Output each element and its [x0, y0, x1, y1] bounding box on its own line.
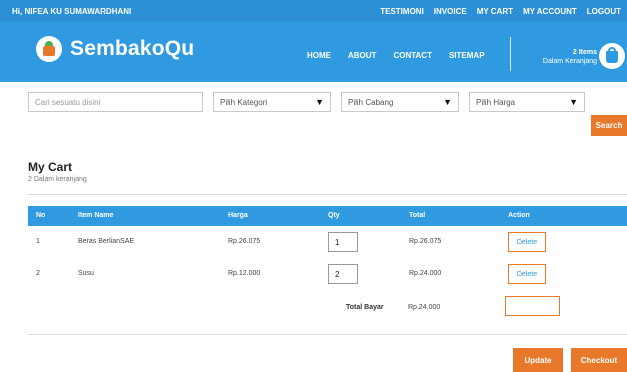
search-button[interactable]: Search	[591, 115, 627, 136]
header-divider	[510, 37, 511, 71]
row-harga: Rp.12.000	[228, 270, 261, 277]
main-nav: HOME ABOUT CONTACT SITEMAP	[307, 51, 502, 60]
row-item-name: Susu	[78, 270, 94, 277]
total-label: Total Bayar	[346, 304, 384, 311]
link-invoice[interactable]: INVOICE	[434, 7, 467, 16]
qty-input[interactable]: 2	[328, 264, 358, 284]
cart-item-count: 2 Items	[572, 49, 597, 56]
link-my-account[interactable]: MY ACCOUNT	[523, 7, 577, 16]
cart-icon[interactable]	[599, 43, 625, 69]
category-select[interactable]: Pilih Kategori ▼	[213, 92, 331, 112]
row-total: Rp.26.075	[409, 238, 442, 245]
search-input[interactable]: Cari sesuatu disini	[28, 92, 203, 112]
total-input[interactable]	[505, 296, 560, 316]
shopping-bag-logo-icon	[36, 36, 62, 62]
row-no: 1	[36, 238, 40, 245]
qty-input[interactable]: 1	[328, 232, 358, 252]
col-action: Action	[508, 212, 530, 219]
link-testimoni[interactable]: TESTIMONI	[380, 7, 424, 16]
row-harga: Rp.26.075	[228, 238, 261, 245]
branch-select-value: Pilih Cabang	[348, 98, 394, 107]
main-header: SembakoQu HOME ABOUT CONTACT SITEMAP 2 I…	[0, 22, 627, 82]
nav-home[interactable]: HOME	[307, 51, 331, 60]
checkout-button[interactable]: Checkout	[571, 348, 627, 372]
link-my-cart[interactable]: MY CART	[477, 7, 513, 16]
link-logout[interactable]: LOGOUT	[587, 7, 621, 16]
category-select-value: Pilih Kategori	[220, 98, 268, 107]
table-header: No Item Name Harga Qty Total Action	[28, 206, 627, 226]
price-select-value: Pilih Harga	[476, 98, 516, 107]
total-row: Total Bayar Rp.24.000	[28, 296, 627, 322]
cart-summary[interactable]: 2 Items Dalam Keranjang	[543, 48, 597, 66]
dropdown-arrow-icon: ▼	[569, 97, 578, 107]
update-button[interactable]: Update	[513, 348, 563, 372]
row-total: Rp.24.000	[409, 270, 442, 277]
price-select[interactable]: Pilih Harga ▼	[469, 92, 585, 112]
divider	[28, 194, 627, 195]
nav-about[interactable]: ABOUT	[348, 51, 376, 60]
brand-name: SembakoQu	[70, 37, 195, 60]
dropdown-arrow-icon: ▼	[315, 97, 324, 107]
col-item-name: Item Name	[78, 212, 114, 219]
nav-contact[interactable]: CONTACT	[393, 51, 432, 60]
col-total: Total	[409, 212, 426, 219]
user-greeting: Hi, NIFEA KU SUMAWARDHANI	[12, 6, 132, 16]
divider	[28, 334, 627, 335]
top-bar: Hi, NIFEA KU SUMAWARDHANI TESTIMONI INVO…	[0, 0, 627, 22]
delete-button[interactable]: Delete	[508, 264, 546, 284]
col-no: No	[36, 212, 46, 219]
brand-logo[interactable]: SembakoQu	[36, 36, 194, 62]
col-qty: Qty	[328, 212, 340, 219]
col-harga: Harga	[228, 212, 248, 219]
row-item-name: Beras BerlianSAE	[78, 238, 135, 245]
cart-table: No Item Name Harga Qty Total Action 1 Be…	[28, 206, 627, 290]
page-title: My Cart	[28, 160, 73, 174]
top-links: TESTIMONI INVOICE MY CART MY ACCOUNT LOG…	[370, 7, 621, 16]
cart-subtitle: 2 Dalam keranjang	[28, 176, 87, 183]
row-no: 2	[36, 270, 40, 277]
branch-select[interactable]: Pilih Cabang ▼	[341, 92, 459, 112]
nav-sitemap[interactable]: SITEMAP	[449, 51, 485, 60]
table-row: 1 Beras BerlianSAE Rp.26.075 1 Rp.26.075…	[28, 226, 627, 258]
delete-button[interactable]: Delete	[508, 232, 546, 252]
total-value: Rp.24.000	[408, 304, 441, 311]
cart-status: Dalam Keranjang	[542, 58, 597, 65]
dropdown-arrow-icon: ▼	[443, 97, 452, 107]
table-row: 2 Susu Rp.12.000 2 Rp.24.000 Delete	[28, 258, 627, 290]
